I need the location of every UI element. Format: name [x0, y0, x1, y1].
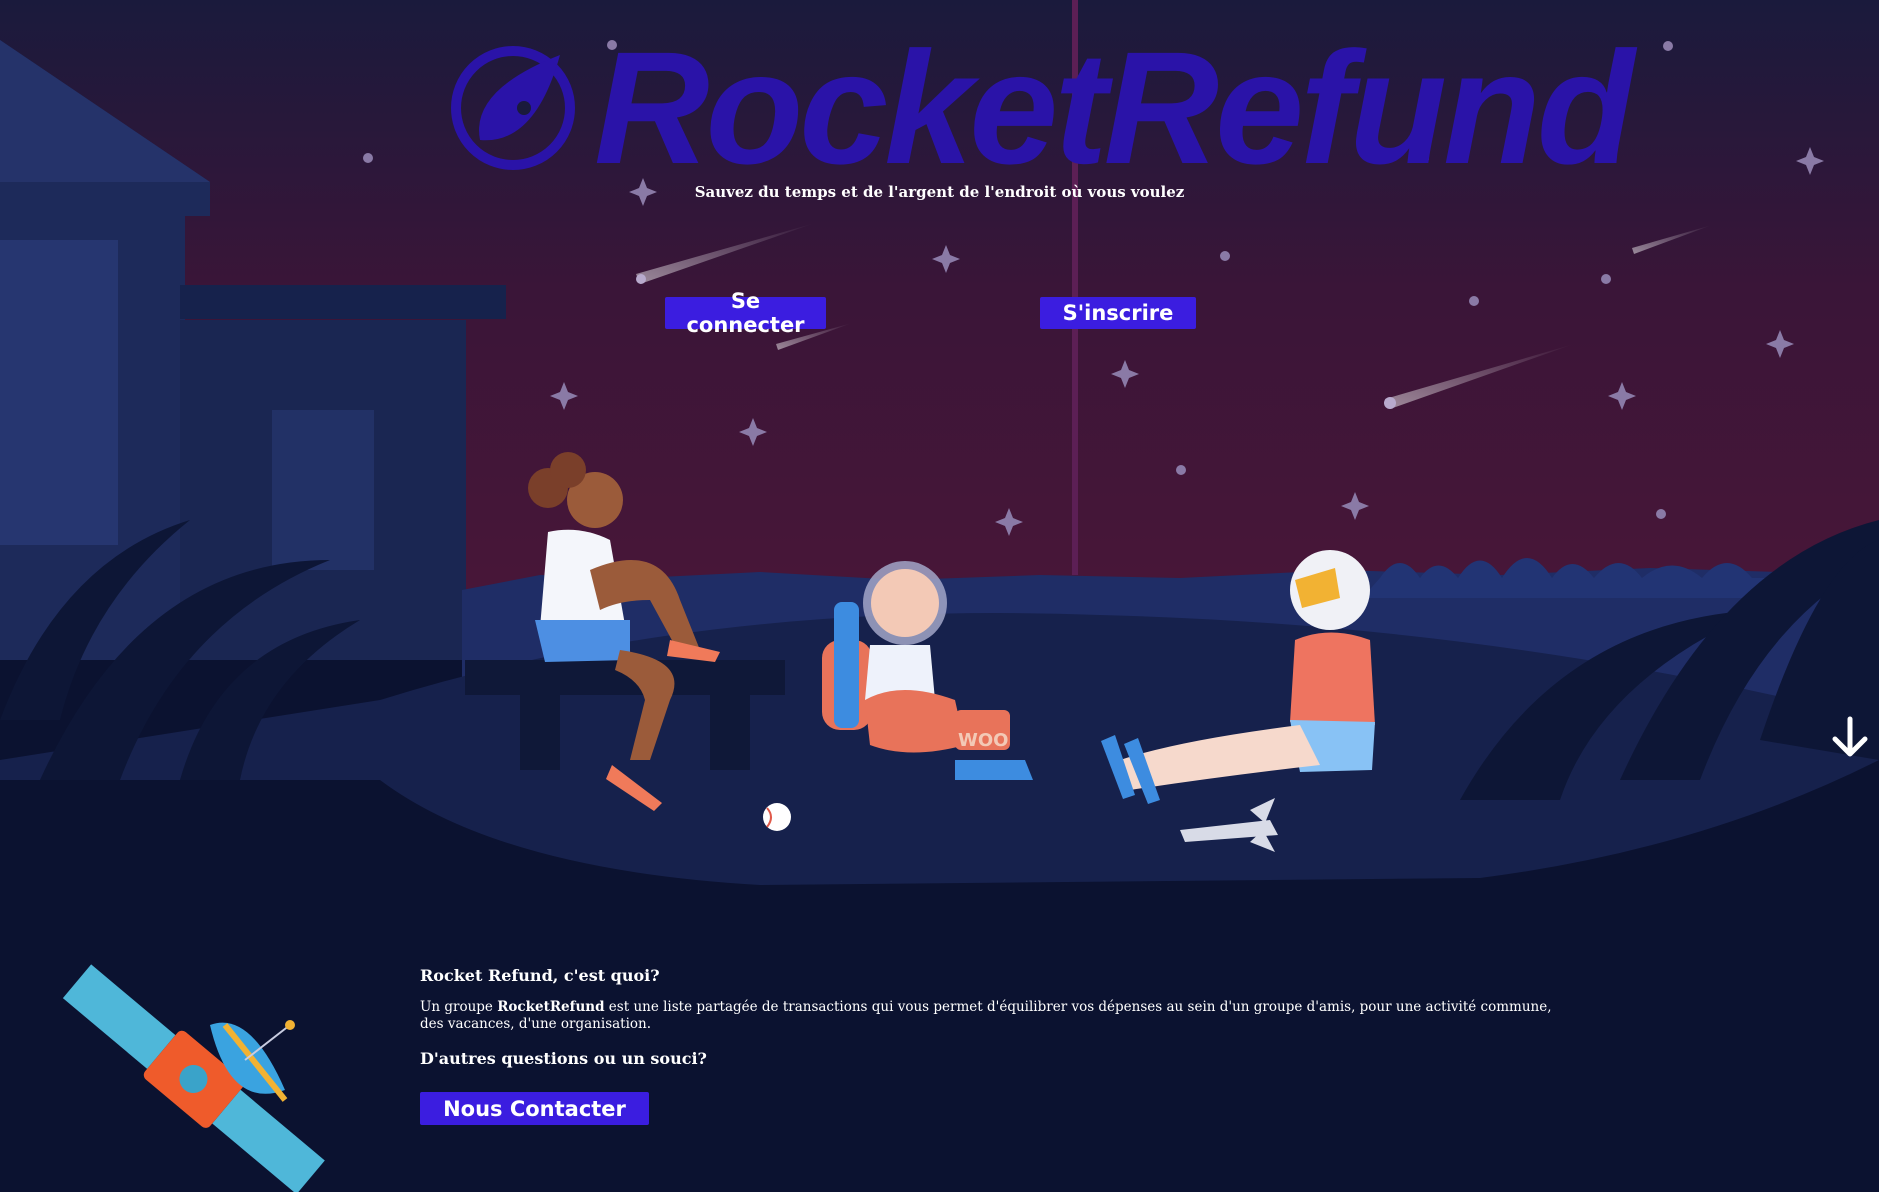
- house-awning: [180, 285, 506, 319]
- brand-logo-text: RocketRefund: [594, 18, 1635, 197]
- about-title: Rocket Refund, c'est quoi?: [420, 966, 660, 985]
- questions-heading: D'autres questions ou un souci?: [420, 1049, 707, 1068]
- description-brand: RocketRefund: [497, 999, 605, 1015]
- house-door: [0, 240, 118, 545]
- arrow-down-icon[interactable]: [1830, 715, 1870, 759]
- contact-button[interactable]: Nous Contacter: [420, 1092, 649, 1125]
- baseball: [763, 803, 791, 831]
- bench-leg: [710, 690, 750, 770]
- about-description: Un groupe RocketRefund est une liste par…: [420, 999, 1570, 1033]
- about-section: Rocket Refund, c'est quoi? Un groupe Roc…: [420, 966, 1570, 1068]
- tagline: Sauvez du temps et de l'argent de l'endr…: [694, 183, 1185, 201]
- description-prefix: Un groupe: [420, 999, 498, 1015]
- svg-text:WOO: WOO: [958, 730, 1008, 751]
- house-window: [272, 410, 374, 570]
- bench-leg: [520, 690, 560, 770]
- login-button[interactable]: Se connecter: [665, 289, 826, 337]
- signup-button[interactable]: S'inscrire: [1040, 297, 1196, 329]
